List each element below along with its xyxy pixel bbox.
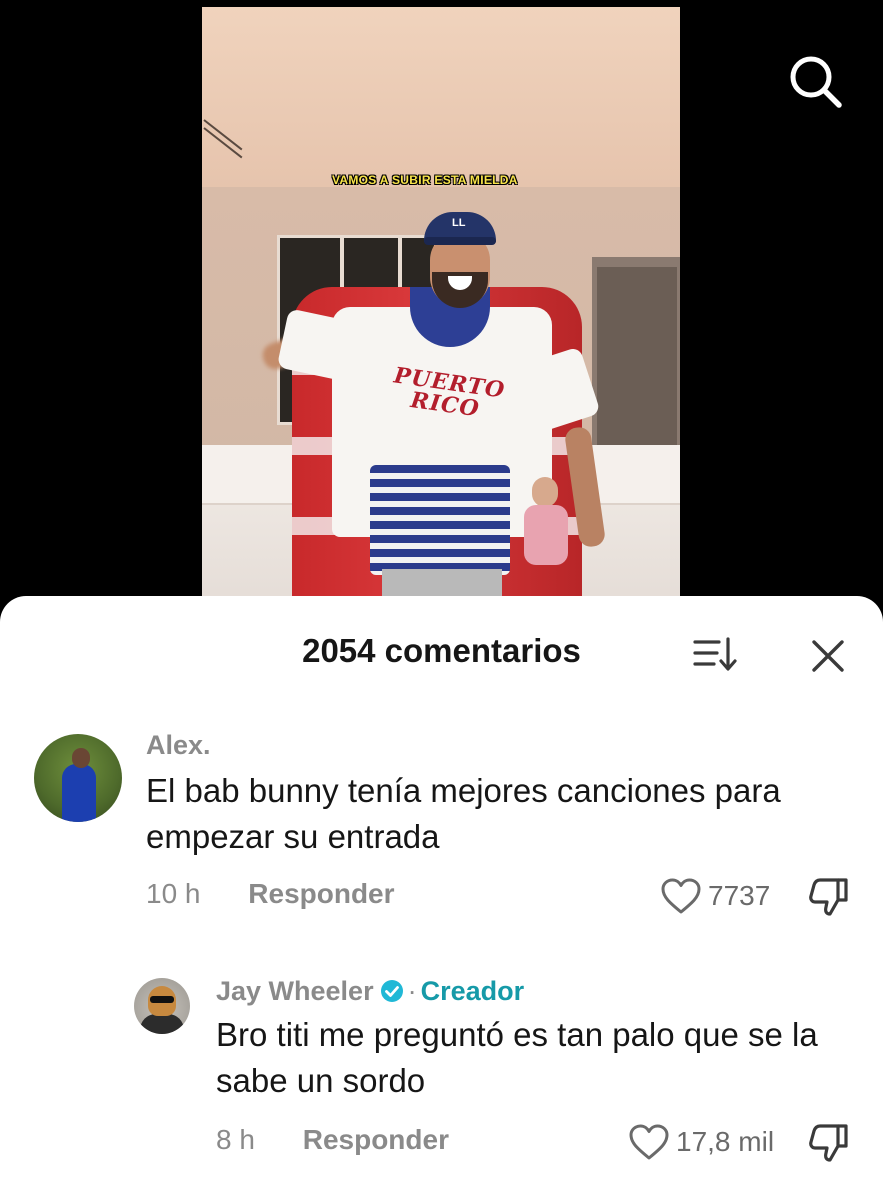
sort-icon: [693, 637, 737, 671]
comment-meta: 10 h Responder: [146, 878, 395, 910]
comment-text: El bab bunny tenía mejores canciones par…: [146, 772, 781, 855]
comment-meta: 8 h Responder: [216, 1124, 449, 1156]
like-button[interactable]: 17,8 mil: [628, 1122, 774, 1162]
thumbs-down-icon: [809, 878, 848, 916]
close-button[interactable]: [808, 636, 848, 676]
separator-dot: ·: [407, 976, 417, 1006]
verified-badge-icon: [380, 980, 403, 1002]
comment-username-row: Jay Wheeler · Creador: [216, 976, 524, 1007]
search-button[interactable]: [786, 52, 844, 110]
cap-brim: [424, 237, 496, 245]
heart-icon: [629, 1124, 669, 1160]
video-area: PUERTO RICO LL VAMOS A SUBIR ESTA MIELDA: [0, 0, 883, 620]
video-ceiling: [202, 7, 680, 187]
comments-count-title: 2054 comentarios: [302, 632, 581, 669]
like-button[interactable]: 7737: [660, 876, 770, 916]
comments-sheet: 2054 comentarios Alex. El bab bunny tení…: [0, 596, 883, 1200]
thumbs-down-icon: [809, 1124, 848, 1162]
avatar[interactable]: [134, 978, 190, 1034]
reply-button[interactable]: Responder: [248, 878, 394, 909]
jersey-stripes: [370, 465, 510, 575]
like-count: 7737: [708, 880, 771, 911]
sort-button[interactable]: [692, 634, 738, 674]
cap-logo: LL: [452, 217, 466, 229]
like-count: 17,8 mil: [676, 1126, 775, 1157]
creator-badge: Creador: [420, 976, 525, 1006]
comment-username[interactable]: Alex.: [146, 730, 211, 761]
comment-text: Bro titi me preguntó es tan palo que se …: [216, 1016, 818, 1099]
dislike-button[interactable]: [806, 1122, 850, 1164]
comment-item: Alex. El bab bunny tenía mejores cancion…: [0, 726, 883, 916]
video-child: [524, 477, 580, 587]
comment-time: 10 h: [146, 878, 201, 909]
avatar[interactable]: [34, 734, 122, 822]
dislike-button[interactable]: [806, 876, 850, 918]
reply-button[interactable]: Responder: [303, 1124, 449, 1155]
comment-item: Jay Wheeler · Creador Bro titi me pregunt…: [0, 974, 883, 1184]
search-icon: [790, 56, 842, 108]
comment-time: 8 h: [216, 1124, 255, 1155]
video-player[interactable]: PUERTO RICO LL VAMOS A SUBIR ESTA MIELDA: [202, 7, 680, 607]
close-icon: [812, 640, 844, 672]
heart-icon: [661, 878, 701, 914]
comment-username[interactable]: Jay Wheeler: [216, 976, 374, 1006]
video-caption: VAMOS A SUBIR ESTA MIELDA: [332, 173, 518, 187]
